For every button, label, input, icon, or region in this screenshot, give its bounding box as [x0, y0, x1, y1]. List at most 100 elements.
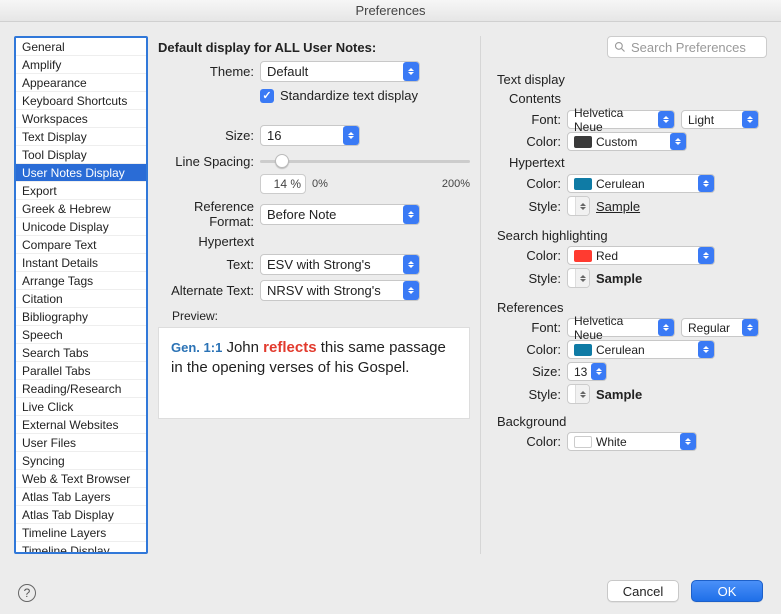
sidebar-item[interactable]: Instant Details: [16, 254, 146, 272]
chevron-updown-icon: [670, 133, 686, 150]
chevron-updown-icon: [591, 363, 606, 380]
sidebar-item[interactable]: Greek & Hebrew: [16, 200, 146, 218]
text-display-section: Text display: [497, 72, 767, 87]
hypertext-style-select[interactable]: [567, 196, 590, 216]
sidebar-item[interactable]: External Websites: [16, 416, 146, 434]
background-section: Background: [497, 414, 767, 429]
size-select[interactable]: 16: [260, 125, 360, 146]
sidebar-item[interactable]: User Notes Display: [16, 164, 146, 182]
alt-text-select[interactable]: NRSV with Strong's: [260, 280, 420, 301]
background-color-label: Color:: [497, 434, 567, 449]
hypertext-color-label: Color:: [497, 176, 567, 191]
search-input[interactable]: Search Preferences: [607, 36, 767, 58]
sidebar-item[interactable]: Text Display: [16, 128, 146, 146]
line-spacing-slider[interactable]: [260, 151, 470, 171]
sidebar-item[interactable]: Amplify: [16, 56, 146, 74]
chevron-updown-icon: [403, 255, 419, 274]
ref-style-select[interactable]: [567, 384, 590, 404]
text-select[interactable]: ESV with Strong's: [260, 254, 420, 275]
sidebar-item[interactable]: Bibliography: [16, 308, 146, 326]
color-swatch: [574, 136, 592, 148]
background-color-select[interactable]: White: [567, 432, 697, 451]
sidebar-item[interactable]: Compare Text: [16, 236, 146, 254]
hypertext-subsection: Hypertext: [509, 155, 767, 170]
sidebar-item[interactable]: General: [16, 38, 146, 56]
preferences-sidebar[interactable]: GeneralAmplifyAppearanceKeyboard Shortcu…: [14, 36, 148, 554]
sidebar-item[interactable]: User Files: [16, 434, 146, 452]
standardize-checkbox[interactable]: ✓ Standardize text display: [260, 88, 418, 103]
sidebar-item[interactable]: Atlas Tab Layers: [16, 488, 146, 506]
line-spacing-value[interactable]: 14 %: [260, 174, 306, 194]
search-icon: [614, 41, 626, 53]
chevron-updown-icon: [658, 319, 674, 336]
ref-weight-select[interactable]: Regular: [681, 318, 759, 337]
sidebar-item[interactable]: Atlas Tab Display: [16, 506, 146, 524]
reference-format-label: Reference Format:: [158, 199, 260, 229]
ref-color-select[interactable]: Cerulean: [567, 340, 715, 359]
chevron-updown-icon: [403, 281, 419, 300]
sidebar-item[interactable]: Reading/Research: [16, 380, 146, 398]
slider-min-label: 0%: [312, 178, 328, 190]
ok-button[interactable]: OK: [691, 580, 763, 602]
sidebar-item[interactable]: Search Tabs: [16, 344, 146, 362]
checkmark-icon: ✓: [260, 89, 274, 103]
highlight-style-select[interactable]: [567, 268, 590, 288]
sidebar-item[interactable]: Live Click: [16, 398, 146, 416]
highlight-color-select[interactable]: Red: [567, 246, 715, 265]
ref-size-select[interactable]: 13: [567, 362, 607, 381]
chevron-updown-icon: [403, 205, 419, 224]
sidebar-item[interactable]: Arrange Tags: [16, 272, 146, 290]
hypertext-sample: Sample: [596, 199, 640, 214]
help-button[interactable]: ?: [18, 584, 36, 602]
standardize-label: Standardize text display: [280, 88, 418, 103]
text-value: ESV with Strong's: [267, 257, 371, 272]
highlight-style-label: Style:: [497, 271, 567, 286]
hypertext-color-select[interactable]: Cerulean: [567, 174, 715, 193]
cancel-button[interactable]: Cancel: [607, 580, 679, 602]
ref-font-select[interactable]: Helvetica Neue: [567, 318, 675, 337]
color-swatch: [574, 344, 592, 356]
sidebar-item[interactable]: Unicode Display: [16, 218, 146, 236]
search-highlight-section: Search highlighting: [497, 228, 767, 243]
sidebar-item[interactable]: Keyboard Shortcuts: [16, 92, 146, 110]
sidebar-item[interactable]: Timeline Display: [16, 542, 146, 554]
chevron-updown-icon: [698, 341, 714, 358]
sidebar-item[interactable]: Timeline Layers: [16, 524, 146, 542]
sidebar-item[interactable]: Appearance: [16, 74, 146, 92]
chevron-updown-icon: [575, 385, 589, 403]
sidebar-item[interactable]: Citation: [16, 290, 146, 308]
contents-font-label: Font:: [497, 112, 567, 127]
sidebar-item[interactable]: Export: [16, 182, 146, 200]
sidebar-item[interactable]: Tool Display: [16, 146, 146, 164]
chevron-updown-icon: [403, 62, 419, 81]
hypertext-style-label: Style:: [497, 199, 567, 214]
theme-select[interactable]: Default: [260, 61, 420, 82]
contents-weight-select[interactable]: Light: [681, 110, 759, 129]
color-swatch: [574, 436, 592, 448]
sidebar-item[interactable]: Web & Text Browser: [16, 470, 146, 488]
settings-panel: Default display for ALL User Notes: Them…: [158, 36, 470, 554]
chevron-updown-icon: [680, 433, 696, 450]
sidebar-item[interactable]: Parallel Tabs: [16, 362, 146, 380]
hypertext-subhead: Hypertext: [158, 234, 260, 249]
preview-reference: Gen. 1:1: [171, 340, 222, 355]
size-label: Size:: [158, 128, 260, 143]
sidebar-item[interactable]: Workspaces: [16, 110, 146, 128]
preview-label: Preview:: [172, 309, 470, 323]
sidebar-item[interactable]: Syncing: [16, 452, 146, 470]
chevron-updown-icon: [658, 111, 674, 128]
reference-format-value: Before Note: [267, 207, 336, 222]
contents-color-label: Color:: [497, 134, 567, 149]
contents-color-select[interactable]: Custom: [567, 132, 687, 151]
chevron-updown-icon: [343, 126, 359, 145]
sidebar-item[interactable]: Speech: [16, 326, 146, 344]
preview-keyword: reflects: [263, 339, 316, 356]
color-swatch: [574, 250, 592, 262]
right-panel: Search Preferences Text display Contents…: [480, 36, 767, 554]
ref-size-label: Size:: [497, 364, 567, 379]
reference-format-select[interactable]: Before Note: [260, 204, 420, 225]
chevron-updown-icon: [742, 111, 758, 128]
ref-font-label: Font:: [497, 320, 567, 335]
preview-box: Gen. 1:1 John reflects this same passage…: [158, 327, 470, 419]
contents-font-select[interactable]: Helvetica Neue: [567, 110, 675, 129]
